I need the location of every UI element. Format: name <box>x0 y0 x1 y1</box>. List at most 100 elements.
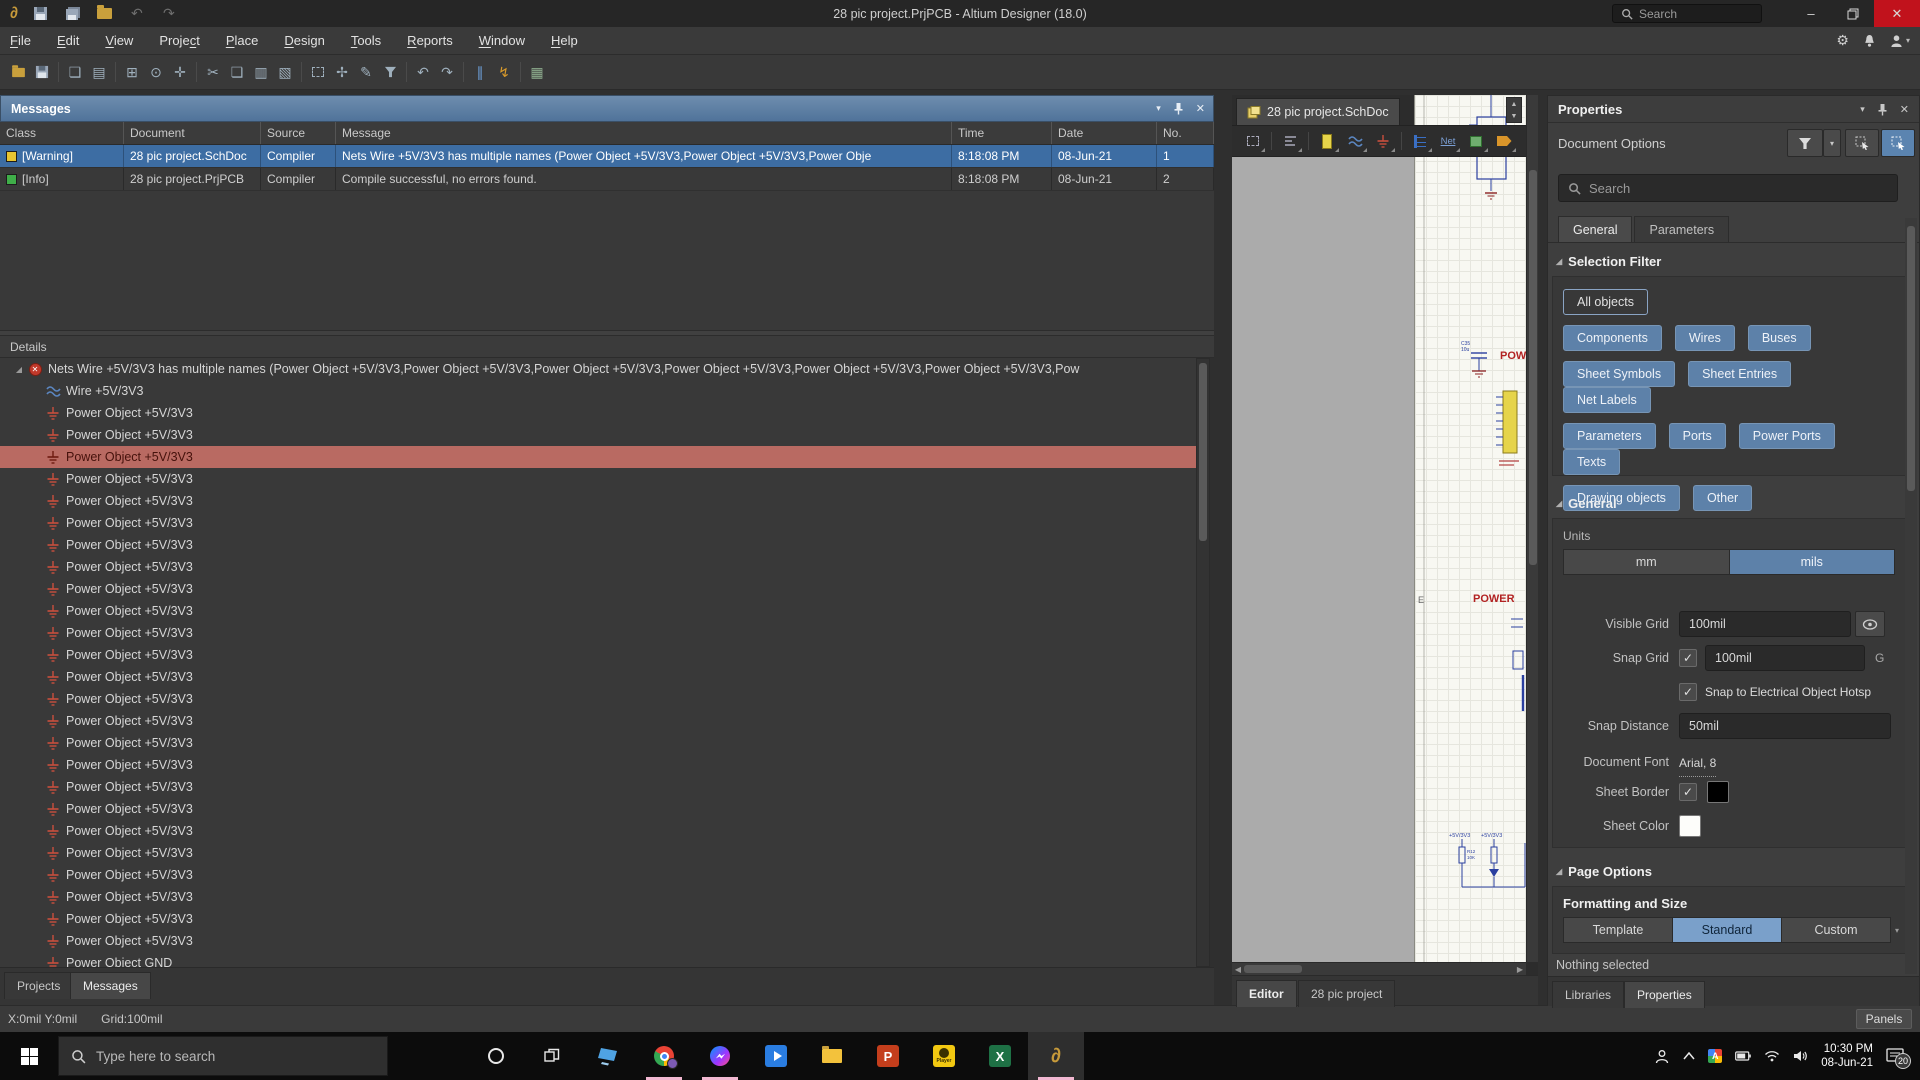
properties-pin-icon[interactable] <box>1877 103 1888 116</box>
hscroll-right-arrow[interactable]: ▶ <box>1514 963 1526 975</box>
details-item-row[interactable]: Power Object +5V/3V3 <box>0 578 1196 600</box>
filter-buses-button[interactable]: Buses <box>1748 325 1811 351</box>
place-bus-tool[interactable] <box>1407 129 1433 153</box>
minimize-button[interactable]: – <box>1790 0 1832 27</box>
details-item-row[interactable]: Power Object +5V/3V3 <box>0 820 1196 842</box>
open-folder-icon[interactable] <box>96 6 114 22</box>
save-all-icon[interactable] <box>64 6 82 22</box>
details-item-row[interactable]: Power Object +5V/3V3 <box>0 402 1196 424</box>
paste-icon[interactable]: ▥ <box>249 60 273 84</box>
menu-place[interactable]: Place <box>226 33 259 48</box>
properties-scrollbar-thumb[interactable] <box>1907 226 1915 491</box>
filter-other-button[interactable]: Other <box>1693 485 1752 511</box>
details-item-row[interactable]: Power Object +5V/3V3 <box>0 710 1196 732</box>
details-item-row[interactable]: Power Object +5V/3V3 <box>0 600 1196 622</box>
details-item-row[interactable]: Power Object +5V/3V3 <box>0 908 1196 930</box>
move-object-icon[interactable]: ✢ <box>330 60 354 84</box>
pause-compile-icon[interactable]: ∥ <box>468 60 492 84</box>
units-mm-button[interactable]: mm <box>1564 550 1730 574</box>
file-explorer-taskbar-icon[interactable] <box>804 1032 860 1080</box>
close-button[interactable]: ✕ <box>1874 0 1920 27</box>
editor-vertical-scrollbar[interactable] <box>1526 95 1538 962</box>
start-button[interactable] <box>0 1032 58 1080</box>
document-tab[interactable]: 28 pic project.SchDoc <box>1236 98 1400 125</box>
place-net-label-tool[interactable]: Net <box>1435 129 1461 153</box>
details-item-row[interactable]: Power Object +5V/3V3 <box>0 446 1196 468</box>
redo-icon[interactable]: ↷ <box>160 6 178 22</box>
page-options-header[interactable]: ◢ Page Options <box>1556 864 1652 879</box>
tab-projects[interactable]: Projects <box>4 972 73 999</box>
open-document-icon[interactable] <box>6 60 30 84</box>
menu-view[interactable]: View <box>105 33 133 48</box>
details-item-row[interactable]: Power Object +5V/3V3 <box>0 556 1196 578</box>
details-item-row[interactable]: Power Object +5V/3V3 <box>0 776 1196 798</box>
place-part-tool[interactable] <box>1314 129 1340 153</box>
units-mils-button[interactable]: mils <box>1730 550 1895 574</box>
mode-standard-button[interactable]: Standard <box>1673 918 1782 942</box>
notifications-bell-icon[interactable] <box>1863 34 1876 48</box>
tree-collapse-icon[interactable]: ◢ <box>12 365 26 374</box>
panel-pin-icon[interactable] <box>1173 102 1184 115</box>
column-header-document[interactable]: Document <box>124 122 261 144</box>
sheet-border-checkbox[interactable]: ✓ <box>1679 783 1697 801</box>
place-sheet-symbol-tool[interactable] <box>1463 129 1489 153</box>
copy-icon[interactable]: ❏ <box>225 60 249 84</box>
mode-custom-button[interactable]: Custom <box>1782 918 1890 942</box>
details-item-row[interactable]: Power Object +5V/3V3 <box>0 732 1196 754</box>
column-header-time[interactable]: Time <box>952 122 1052 144</box>
people-icon[interactable] <box>1654 1049 1670 1064</box>
snap-grid-input[interactable]: 100mil <box>1705 645 1865 671</box>
details-item-row[interactable]: Power Object +5V/3V3 <box>0 468 1196 490</box>
properties-dropdown-icon[interactable]: ▾ <box>1860 104 1865 115</box>
mode-template-button[interactable]: Template <box>1564 918 1673 942</box>
task-view-taskbar-icon[interactable] <box>524 1032 580 1080</box>
properties-scrollbar[interactable] <box>1905 218 1917 974</box>
details-item-row[interactable]: Power Object +5V/3V3 <box>0 622 1196 644</box>
panels-button[interactable]: Panels <box>1856 1009 1912 1029</box>
details-scrollbar-thumb[interactable] <box>1199 363 1207 541</box>
tab-parameters[interactable]: Parameters <box>1634 216 1729 242</box>
messenger-taskbar-icon[interactable] <box>692 1032 748 1080</box>
document-release-icon[interactable]: ▤ <box>87 60 111 84</box>
filter-ports-button[interactable]: Ports <box>1669 423 1726 449</box>
snap-grid-checkbox[interactable]: ✓ <box>1679 649 1697 667</box>
panel-dropdown-icon[interactable]: ▾ <box>1156 103 1161 114</box>
filter-components-button[interactable]: Components <box>1563 325 1662 351</box>
place-power-port-tool[interactable] <box>1370 129 1396 153</box>
details-item-row[interactable]: Power Object GND <box>0 952 1196 967</box>
filter-texts-button[interactable]: Texts <box>1563 449 1620 475</box>
menu-file[interactable]: File <box>10 33 31 48</box>
details-item-row[interactable]: Power Object +5V/3V3 <box>0 886 1196 908</box>
user-account-icon[interactable]: ▾ <box>1890 34 1910 48</box>
details-item-row[interactable]: Power Object +5V/3V3 <box>0 842 1196 864</box>
editor-hscroll-thumb[interactable] <box>1244 965 1302 973</box>
menu-reports[interactable]: Reports <box>407 33 453 48</box>
tab-editor[interactable]: Editor <box>1236 980 1297 1007</box>
filter-all-objects-button[interactable]: All objects <box>1563 289 1648 315</box>
edit-icon[interactable]: ✎ <box>354 60 378 84</box>
details-item-row[interactable]: Power Object +5V/3V3 <box>0 490 1196 512</box>
filter-net-labels-button[interactable]: Net Labels <box>1563 387 1651 413</box>
document-font-value[interactable]: Arial, 8 <box>1679 750 1716 777</box>
column-header-date[interactable]: Date <box>1052 122 1157 144</box>
tab-properties[interactable]: Properties <box>1624 981 1705 1008</box>
battery-icon[interactable] <box>1735 1051 1751 1061</box>
wifi-icon[interactable] <box>1764 1050 1780 1062</box>
sheet-color-swatch[interactable] <box>1679 815 1701 837</box>
menu-project[interactable]: Project <box>159 33 199 48</box>
snap-distance-input[interactable]: 50mil <box>1679 713 1891 739</box>
altium-taskbar-icon[interactable]: ∂ <box>1028 1032 1084 1080</box>
details-item-row[interactable]: Power Object +5V/3V3 <box>0 424 1196 446</box>
details-item-row[interactable]: Power Object +5V/3V3 <box>0 512 1196 534</box>
menu-design[interactable]: Design <box>284 33 324 48</box>
tab-scroll-arrows[interactable]: ▲▼ <box>1506 97 1522 123</box>
undo-icon[interactable]: ↶ <box>411 60 435 84</box>
details-item-row[interactable]: Wire +5V/3V3 <box>0 380 1196 402</box>
place-wire-tool[interactable] <box>1342 129 1368 153</box>
undo-icon[interactable]: ↶ <box>128 6 146 22</box>
column-header-source[interactable]: Source <box>261 122 336 144</box>
details-item-row[interactable]: Power Object +5V/3V3 <box>0 534 1196 556</box>
sheet-border-color-swatch[interactable] <box>1707 781 1729 803</box>
visible-grid-input[interactable]: 100mil <box>1679 611 1851 637</box>
media-player-taskbar-icon[interactable]: Player <box>916 1032 972 1080</box>
